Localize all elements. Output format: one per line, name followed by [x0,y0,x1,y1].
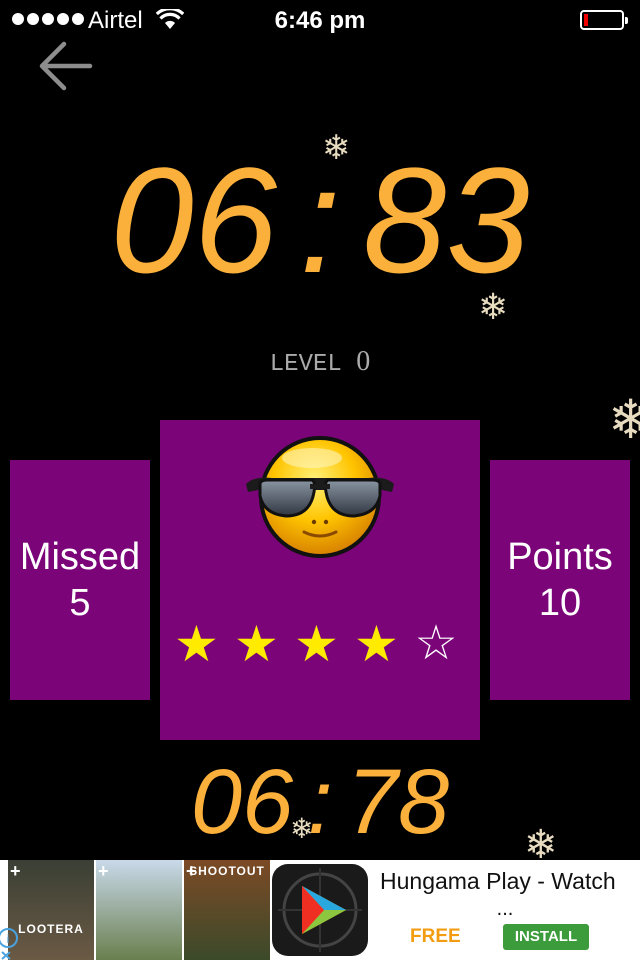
filled-star-icon: ★ [354,616,399,672]
star-rating: ★ ★ ★ ★ ☆ [174,616,474,672]
ad-poster-title: SHOOTOUT [189,864,265,878]
main-timer-fraction: 83 [362,136,530,304]
level-label: LEVEL [269,351,342,378]
plus-icon: + [98,861,109,881]
target-panel[interactable]: ★ ★ ★ ★ ☆ [160,420,480,740]
status-time: 6:46 pm [274,7,366,34]
filled-star-icon: ★ [234,616,279,672]
main-timer-seconds: 06 [110,136,278,304]
back-arrow-icon[interactable] [36,38,96,94]
main-timer: 06:83 [0,140,640,300]
points-label: Points [507,536,613,578]
filled-star-icon: ★ [294,616,339,672]
ad-poster[interactable]: + SHOOTOUT [184,860,270,960]
target-timer-separator: : [307,751,333,853]
filled-star-icon: ★ [174,616,219,672]
ad-app-title-more: ... [496,898,514,920]
points-panel: Points 10 [490,460,630,700]
target-timer-fraction: 78 [346,751,450,853]
ad-price-label: FREE [410,926,461,947]
target-timer-seconds: 06 [190,751,294,853]
target-timer: 06:78 [0,752,640,852]
ad-poster[interactable]: + [96,860,182,960]
status-bar: Airtel 6:46 pm [0,0,640,40]
missed-count: 5 [69,582,91,624]
sunglasses-smiley-icon[interactable] [242,434,398,560]
empty-star-icon: ☆ [414,617,458,670]
ad-app-title[interactable]: Hungama Play - Watch [380,868,616,895]
main-timer-separator: : [299,136,341,304]
points-count: 10 [538,582,582,624]
ad-choices-icon[interactable]: i [0,866,30,960]
snowflake-icon: ❄ [608,390,640,450]
svg-text:i: i [7,932,10,946]
missed-label: Missed [19,536,141,578]
level-indicator: LEVEL 0 [0,346,640,378]
ad-banner[interactable]: + LOOTERA + + SHOOTOUT Hungama Play - Watch … [0,860,640,960]
hungama-app-icon[interactable] [272,864,368,956]
battery-icon [580,10,628,30]
missed-panel: Missed 5 [10,460,150,700]
level-value: 0 [356,346,371,377]
ad-poster-strip[interactable]: + LOOTERA + + SHOOTOUT [8,860,270,960]
install-button[interactable]: INSTALL [503,924,589,950]
play-icon [278,868,362,952]
